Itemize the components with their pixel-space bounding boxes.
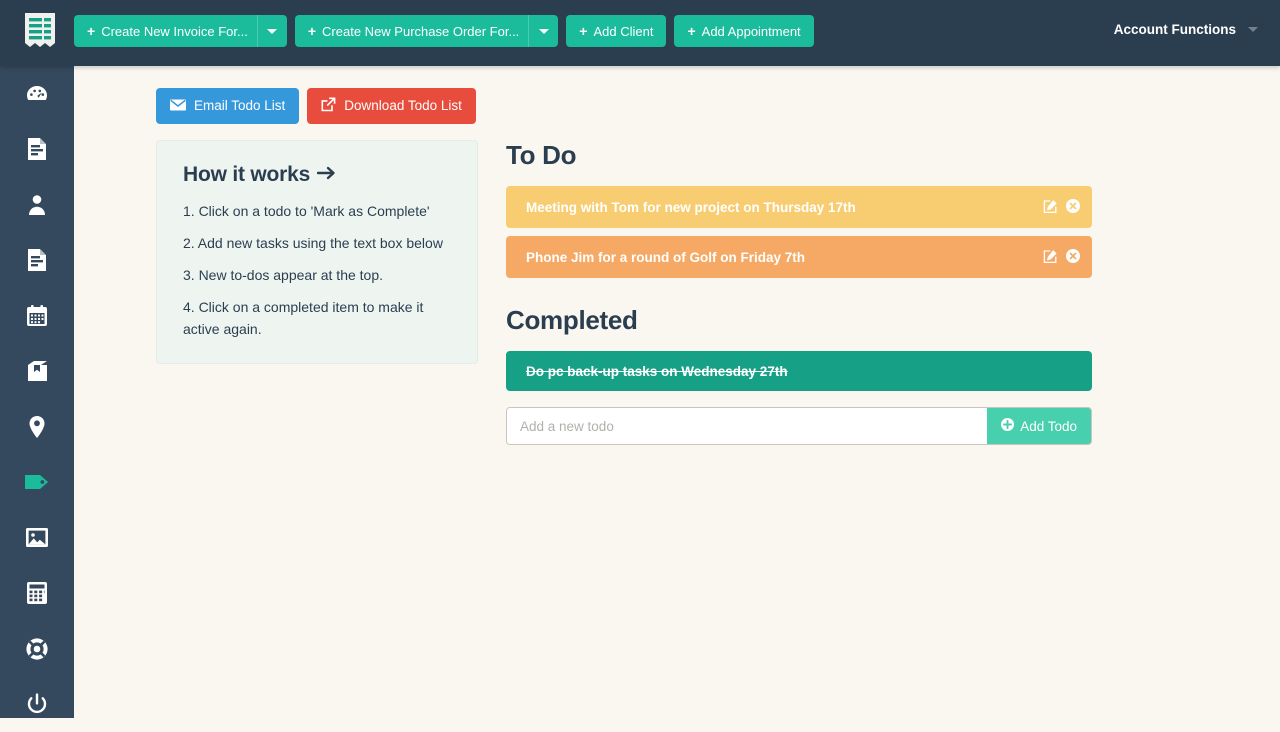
sidebar-item-gallery[interactable] [0,510,74,566]
external-link-icon [321,97,336,115]
sidebar-item-calculator[interactable] [0,566,74,622]
todo-item-actions [1043,199,1080,214]
add-client-button[interactable]: + Add Client [566,15,666,47]
edit-pencil-icon[interactable] [1043,199,1058,214]
sidebar-item-clients[interactable] [0,177,74,233]
chevron-down-icon [267,29,277,34]
image-icon [25,527,49,548]
sidebar-item-calendar[interactable] [0,288,74,344]
todo-item[interactable]: Phone Jim for a round of Golf on Friday … [506,236,1092,278]
close-circle-icon[interactable] [1066,199,1080,213]
how-it-works-step: 1. Click on a todo to 'Mark as Complete' [183,200,451,222]
how-it-works-panel: How it works 1. Click on a todo to 'Mark… [156,140,478,364]
completed-todo-item[interactable]: Do pc back-up tasks on Wednesday 27th [506,351,1092,391]
map-pin-icon [27,415,47,439]
sidebar-item-products[interactable] [0,344,74,400]
app-logo[interactable] [18,11,62,55]
create-new-invoice-caret[interactable] [257,15,287,47]
todo-item-actions [1043,249,1080,264]
how-it-works-step: 3. New to-dos appear at the top. [183,264,451,286]
dashboard-speedometer-icon [25,82,49,106]
sidebar-item-quotes[interactable] [0,233,74,289]
plus-icon: + [579,24,587,38]
sidebar-item-tags[interactable] [0,455,74,511]
main-content-area: Email Todo List Download Todo List How i… [74,66,1280,718]
add-todo-row: Add Todo [506,407,1092,445]
power-icon [26,693,48,715]
todo-item[interactable]: Meeting with Tom for new project on Thur… [506,186,1092,228]
envelope-icon [170,99,186,114]
todo-page: Email Todo List Download Todo List How i… [156,88,1172,445]
sidebar-item-invoices[interactable] [0,122,74,178]
todo-columns: How it works 1. Click on a todo to 'Mark… [156,140,1172,445]
user-icon [26,193,48,217]
create-new-purchase-order-caret[interactable] [528,15,558,47]
add-todo-input[interactable] [507,408,987,444]
how-it-works-step: 4. Click on a completed item to make it … [183,296,451,340]
chevron-down-icon [539,29,549,34]
create-new-invoice-button[interactable]: + Create New Invoice For... [74,15,287,47]
edit-pencil-icon[interactable] [1043,249,1058,264]
plus-icon: + [687,24,695,38]
how-it-works-title-text: How it works [183,163,310,187]
calculator-icon [26,581,48,605]
download-todo-list-label: Download Todo List [344,99,462,113]
calendar-icon [25,304,49,328]
tag-icon [24,472,50,492]
left-sidebar-nav [0,66,74,718]
sidebar-item-locations[interactable] [0,399,74,455]
close-circle-icon[interactable] [1066,249,1080,263]
create-new-purchase-order-label: Create New Purchase Order For... [322,25,519,38]
completed-heading: Completed [506,305,1092,336]
how-it-works-title: How it works [183,163,451,187]
header-button-group: + Create New Invoice For... + Create New… [74,15,814,47]
account-functions-label: Account Functions [1114,22,1236,37]
todo-list-column: To Do Meeting with Tom for new project o… [506,140,1092,445]
chevron-down-icon [1248,27,1258,32]
plus-icon: + [308,24,316,38]
email-todo-list-button[interactable]: Email Todo List [156,88,299,124]
add-appointment-button[interactable]: + Add Appointment [674,15,813,47]
email-todo-list-label: Email Todo List [194,99,285,113]
todo-heading: To Do [506,140,1092,171]
download-todo-list-button[interactable]: Download Todo List [307,88,476,124]
add-appointment-label: Add Appointment [702,25,801,38]
file-text-icon [26,248,48,272]
plus-icon: + [87,24,95,38]
todo-action-toolbar: Email Todo List Download Todo List [156,88,1172,124]
invoice-receipt-icon [23,13,57,54]
sidebar-item-support[interactable] [0,621,74,677]
archive-box-icon [26,360,49,383]
arrow-right-icon [317,163,336,187]
how-it-works-step: 2. Add new tasks using the text box belo… [183,232,451,254]
create-new-invoice-label: Create New Invoice For... [101,25,248,38]
account-functions-menu[interactable]: Account Functions [1114,22,1258,37]
file-text-icon [26,137,48,161]
add-client-label: Add Client [593,25,653,38]
todo-item-label: Phone Jim for a round of Golf on Friday … [526,250,1043,265]
lifebuoy-support-icon [25,637,49,661]
completed-todo-item-label: Do pc back-up tasks on Wednesday 27th [526,364,1080,379]
create-new-purchase-order-button[interactable]: + Create New Purchase Order For... [295,15,558,47]
sidebar-item-dashboard[interactable] [0,66,74,122]
add-todo-label: Add Todo [1020,419,1077,434]
plus-circle-icon [1001,418,1014,434]
top-header-bar: + Create New Invoice For... + Create New… [0,0,1280,66]
sidebar-item-logout[interactable] [0,677,74,732]
add-todo-button[interactable]: Add Todo [987,408,1091,444]
todo-item-label: Meeting with Tom for new project on Thur… [526,200,1043,215]
